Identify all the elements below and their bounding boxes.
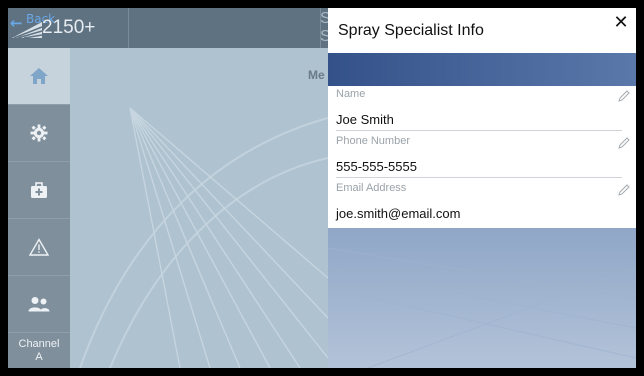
sidebar-item-users[interactable] <box>8 276 70 333</box>
top-bar-cell <box>128 8 321 48</box>
spray-specialist-panel: Spray Specialist Info ✕ Name Joe Smith P… <box>328 8 636 368</box>
panel-background-art <box>328 247 636 368</box>
home-icon <box>30 68 48 84</box>
name-label: Name <box>336 88 366 100</box>
sidebar-item-home[interactable] <box>8 48 70 105</box>
pencil-icon[interactable] <box>618 184 630 196</box>
sidebar-item-first-aid[interactable] <box>8 162 70 219</box>
sidebar-item-settings[interactable] <box>8 105 70 162</box>
gear-icon <box>30 124 48 142</box>
specialist-fields: Name Joe Smith Phone Number 555-555-5555… <box>328 86 636 228</box>
field-divider <box>336 177 622 178</box>
app-screen: ← Back 2150+ S S Channel A Me Spray Spec… <box>8 8 636 368</box>
sidebar-item-alerts[interactable] <box>8 219 70 276</box>
panel-header: Spray Specialist Info ✕ <box>328 8 636 53</box>
phone-field[interactable]: Phone Number 555-555-5555 <box>328 133 636 180</box>
first-aid-kit-icon <box>31 181 47 198</box>
phone-value: 555-555-5555 <box>336 159 417 174</box>
name-value: Joe Smith <box>336 112 394 127</box>
pencil-icon[interactable] <box>618 90 630 102</box>
email-value: joe.smith@email.com <box>336 206 461 221</box>
users-icon <box>28 297 50 312</box>
field-divider <box>336 130 622 131</box>
panel-header-band <box>328 53 636 86</box>
model-label: 2150+ <box>42 17 96 38</box>
model-cell: ← Back 2150+ <box>8 8 129 48</box>
warning-icon <box>29 238 49 256</box>
close-button[interactable]: ✕ <box>610 12 632 34</box>
phone-label: Phone Number <box>336 135 410 147</box>
email-label: Email Address <box>336 182 407 194</box>
name-field[interactable]: Name Joe Smith <box>328 86 636 133</box>
background-logo-art <box>79 107 328 368</box>
channel-indicator[interactable]: Channel A <box>8 338 70 368</box>
back-arrow-icon[interactable]: ← <box>10 14 23 32</box>
pencil-icon[interactable] <box>618 137 630 149</box>
sidebar: Channel A <box>8 48 70 368</box>
menu-title-fragment: Me <box>308 68 325 82</box>
email-field[interactable]: Email Address joe.smith@email.com <box>328 180 636 227</box>
panel-title: Spray Specialist Info <box>338 22 484 39</box>
